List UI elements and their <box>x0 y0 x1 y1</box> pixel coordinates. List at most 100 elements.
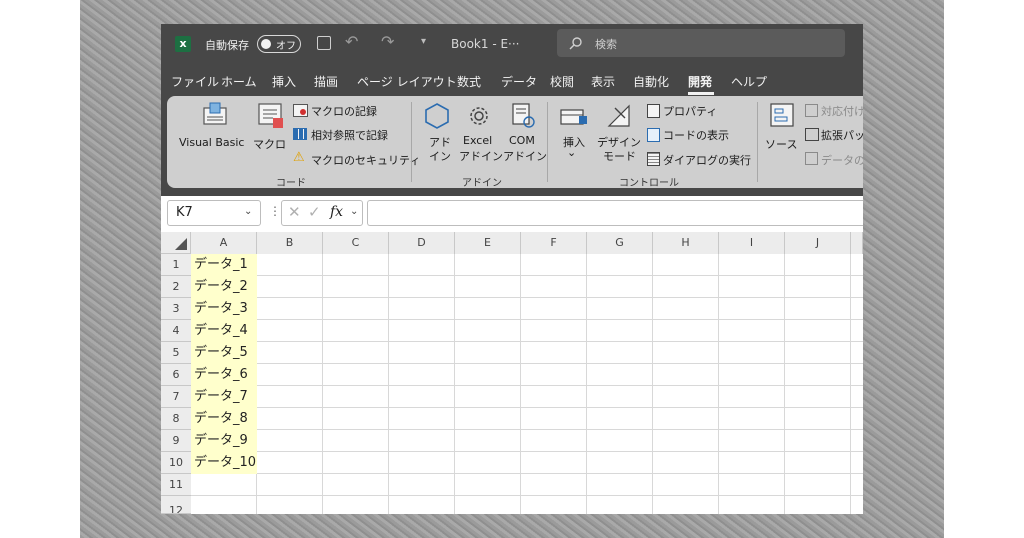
cell-a7[interactable]: データ_7 <box>191 386 281 408</box>
xml-source-label: ソース <box>765 138 798 151</box>
expansion-pack-button[interactable]: 拡張パッ <box>805 126 863 144</box>
properties-icon <box>647 104 660 118</box>
column-header-j[interactable]: J <box>785 232 851 254</box>
tab-file[interactable]: ファイル <box>171 68 219 96</box>
autosave-toggle[interactable]: オフ <box>257 35 301 53</box>
code-group-label: コード <box>276 178 306 189</box>
tab-formulas[interactable]: 数式 <box>457 68 481 96</box>
row-header[interactable]: 4 <box>161 320 191 342</box>
active-tab-indicator <box>688 92 714 95</box>
table-icon <box>293 128 307 140</box>
group-separator <box>547 102 548 182</box>
formula-input[interactable] <box>367 200 863 226</box>
column-header-h[interactable]: H <box>653 232 719 254</box>
tab-draw[interactable]: 描画 <box>314 68 338 96</box>
cell-a4[interactable]: データ_4 <box>191 320 281 342</box>
search-box[interactable]: 検索 <box>557 29 845 57</box>
macro-security-label: マクロのセキュリティ <box>311 154 421 167</box>
tab-insert[interactable]: 挿入 <box>272 68 296 96</box>
xml-source-icon <box>770 103 794 127</box>
row-header[interactable]: 12 <box>161 496 191 514</box>
visual-basic-icon <box>203 102 227 125</box>
column-header-a[interactable]: A <box>191 232 257 254</box>
search-placeholder: 検索 <box>595 38 617 51</box>
autosave-label: 自動保存 <box>205 39 249 52</box>
view-code-icon <box>647 128 660 142</box>
relative-reference-button[interactable]: 相対参照で記録 <box>293 126 413 144</box>
save-icon[interactable] <box>317 36 331 50</box>
excel-icon[interactable]: x <box>175 36 191 52</box>
row-header[interactable]: 11 <box>161 474 191 496</box>
row-header[interactable]: 5 <box>161 342 191 364</box>
macro-security-button[interactable]: ⚠ マクロのセキュリティ <box>293 150 420 168</box>
xml-source-button[interactable]: ソース <box>765 102 801 158</box>
row-header[interactable]: 3 <box>161 298 191 320</box>
column-header-k[interactable] <box>851 232 863 254</box>
cell-area[interactable] <box>191 254 863 514</box>
cell-a3[interactable]: データ_3 <box>191 298 281 320</box>
tab-page-layout[interactable]: ページ レイアウト <box>357 68 457 96</box>
row-header[interactable]: 8 <box>161 408 191 430</box>
tab-automate[interactable]: 自動化 <box>633 68 669 96</box>
relative-reference-label: 相対参照で記録 <box>311 129 388 142</box>
excel-addins-label-1: Excel <box>463 134 493 147</box>
macro-button[interactable]: マクロ <box>253 102 289 158</box>
column-header-c[interactable]: C <box>323 232 389 254</box>
cell-a9[interactable]: データ_9 <box>191 430 281 452</box>
record-macro-button[interactable]: マクロの記録 <box>293 102 393 120</box>
properties-label: プロパティ <box>663 105 718 118</box>
chevron-down-icon: ⌄ <box>244 206 253 217</box>
com-addin-icon <box>512 103 535 128</box>
tab-view[interactable]: 表示 <box>591 68 615 96</box>
column-header-i[interactable]: I <box>719 232 785 254</box>
cell-a8[interactable]: データ_8 <box>191 408 281 430</box>
row-header[interactable]: 1 <box>161 254 191 276</box>
visual-basic-button[interactable]: Visual Basic <box>179 102 249 158</box>
refresh-data-label: データの <box>821 154 863 167</box>
tab-review[interactable]: 校閲 <box>550 68 574 96</box>
row-header[interactable]: 7 <box>161 386 191 408</box>
row-header[interactable]: 2 <box>161 276 191 298</box>
cell-a10[interactable]: データ_10 <box>191 452 281 474</box>
chevron-down-icon[interactable]: ▾ <box>421 36 426 47</box>
column-header-b[interactable]: B <box>257 232 323 254</box>
cell-a6[interactable]: データ_6 <box>191 364 281 386</box>
tab-home[interactable]: ホーム <box>221 68 257 96</box>
excel-addins-button[interactable]: Excel アドイン <box>459 102 503 163</box>
select-all-button[interactable] <box>161 232 191 254</box>
formula-controls: ✕ ✓ fx ⌄ <box>281 200 363 226</box>
macro-icon <box>258 103 283 128</box>
addin-button[interactable]: アド イン <box>421 102 455 163</box>
more-options-icon[interactable]: ⋮ <box>269 204 281 218</box>
com-addins-label-2: アドイン <box>503 150 547 163</box>
column-header-d[interactable]: D <box>389 232 455 254</box>
cell-a1[interactable]: データ_1 <box>191 254 281 276</box>
view-code-button[interactable]: コードの表示 <box>647 126 747 144</box>
cancel-icon[interactable]: ✕ <box>288 203 301 221</box>
properties-button[interactable]: プロパティ <box>647 102 747 120</box>
cell-a5[interactable]: データ_5 <box>191 342 281 364</box>
row-header[interactable]: 9 <box>161 430 191 452</box>
insert-control-button[interactable]: 挿入 ⌄ <box>557 102 591 162</box>
enter-icon[interactable]: ✓ <box>308 203 321 221</box>
undo-icon[interactable]: ↶ <box>345 32 358 51</box>
cell-a2[interactable]: データ_2 <box>191 276 281 298</box>
tab-help[interactable]: ヘルプ <box>731 68 767 96</box>
redo-icon[interactable]: ↷ <box>381 32 394 51</box>
tab-data[interactable]: データ <box>501 68 537 96</box>
autosave-state: オフ <box>276 41 296 52</box>
column-header-f[interactable]: F <box>521 232 587 254</box>
design-mode-button[interactable]: デザイン モード <box>597 102 641 163</box>
run-dialog-button[interactable]: ダイアログの実行 <box>647 150 757 168</box>
row-header[interactable]: 10 <box>161 452 191 474</box>
column-header-e[interactable]: E <box>455 232 521 254</box>
map-properties-label: 対応付け <box>821 105 863 118</box>
row-header[interactable]: 6 <box>161 364 191 386</box>
name-box[interactable]: K7 ⌄ <box>167 200 261 226</box>
insert-function-button[interactable]: fx <box>330 204 343 220</box>
com-addins-button[interactable]: COM アドイン <box>503 102 547 163</box>
addins-group-label: アドイン <box>462 178 502 189</box>
ribbon-panel: Visual Basic マクロ マクロの記録 相対参照で記録 ⚠ マクロのセキ… <box>167 96 863 189</box>
group-separator <box>757 102 758 182</box>
column-header-g[interactable]: G <box>587 232 653 254</box>
